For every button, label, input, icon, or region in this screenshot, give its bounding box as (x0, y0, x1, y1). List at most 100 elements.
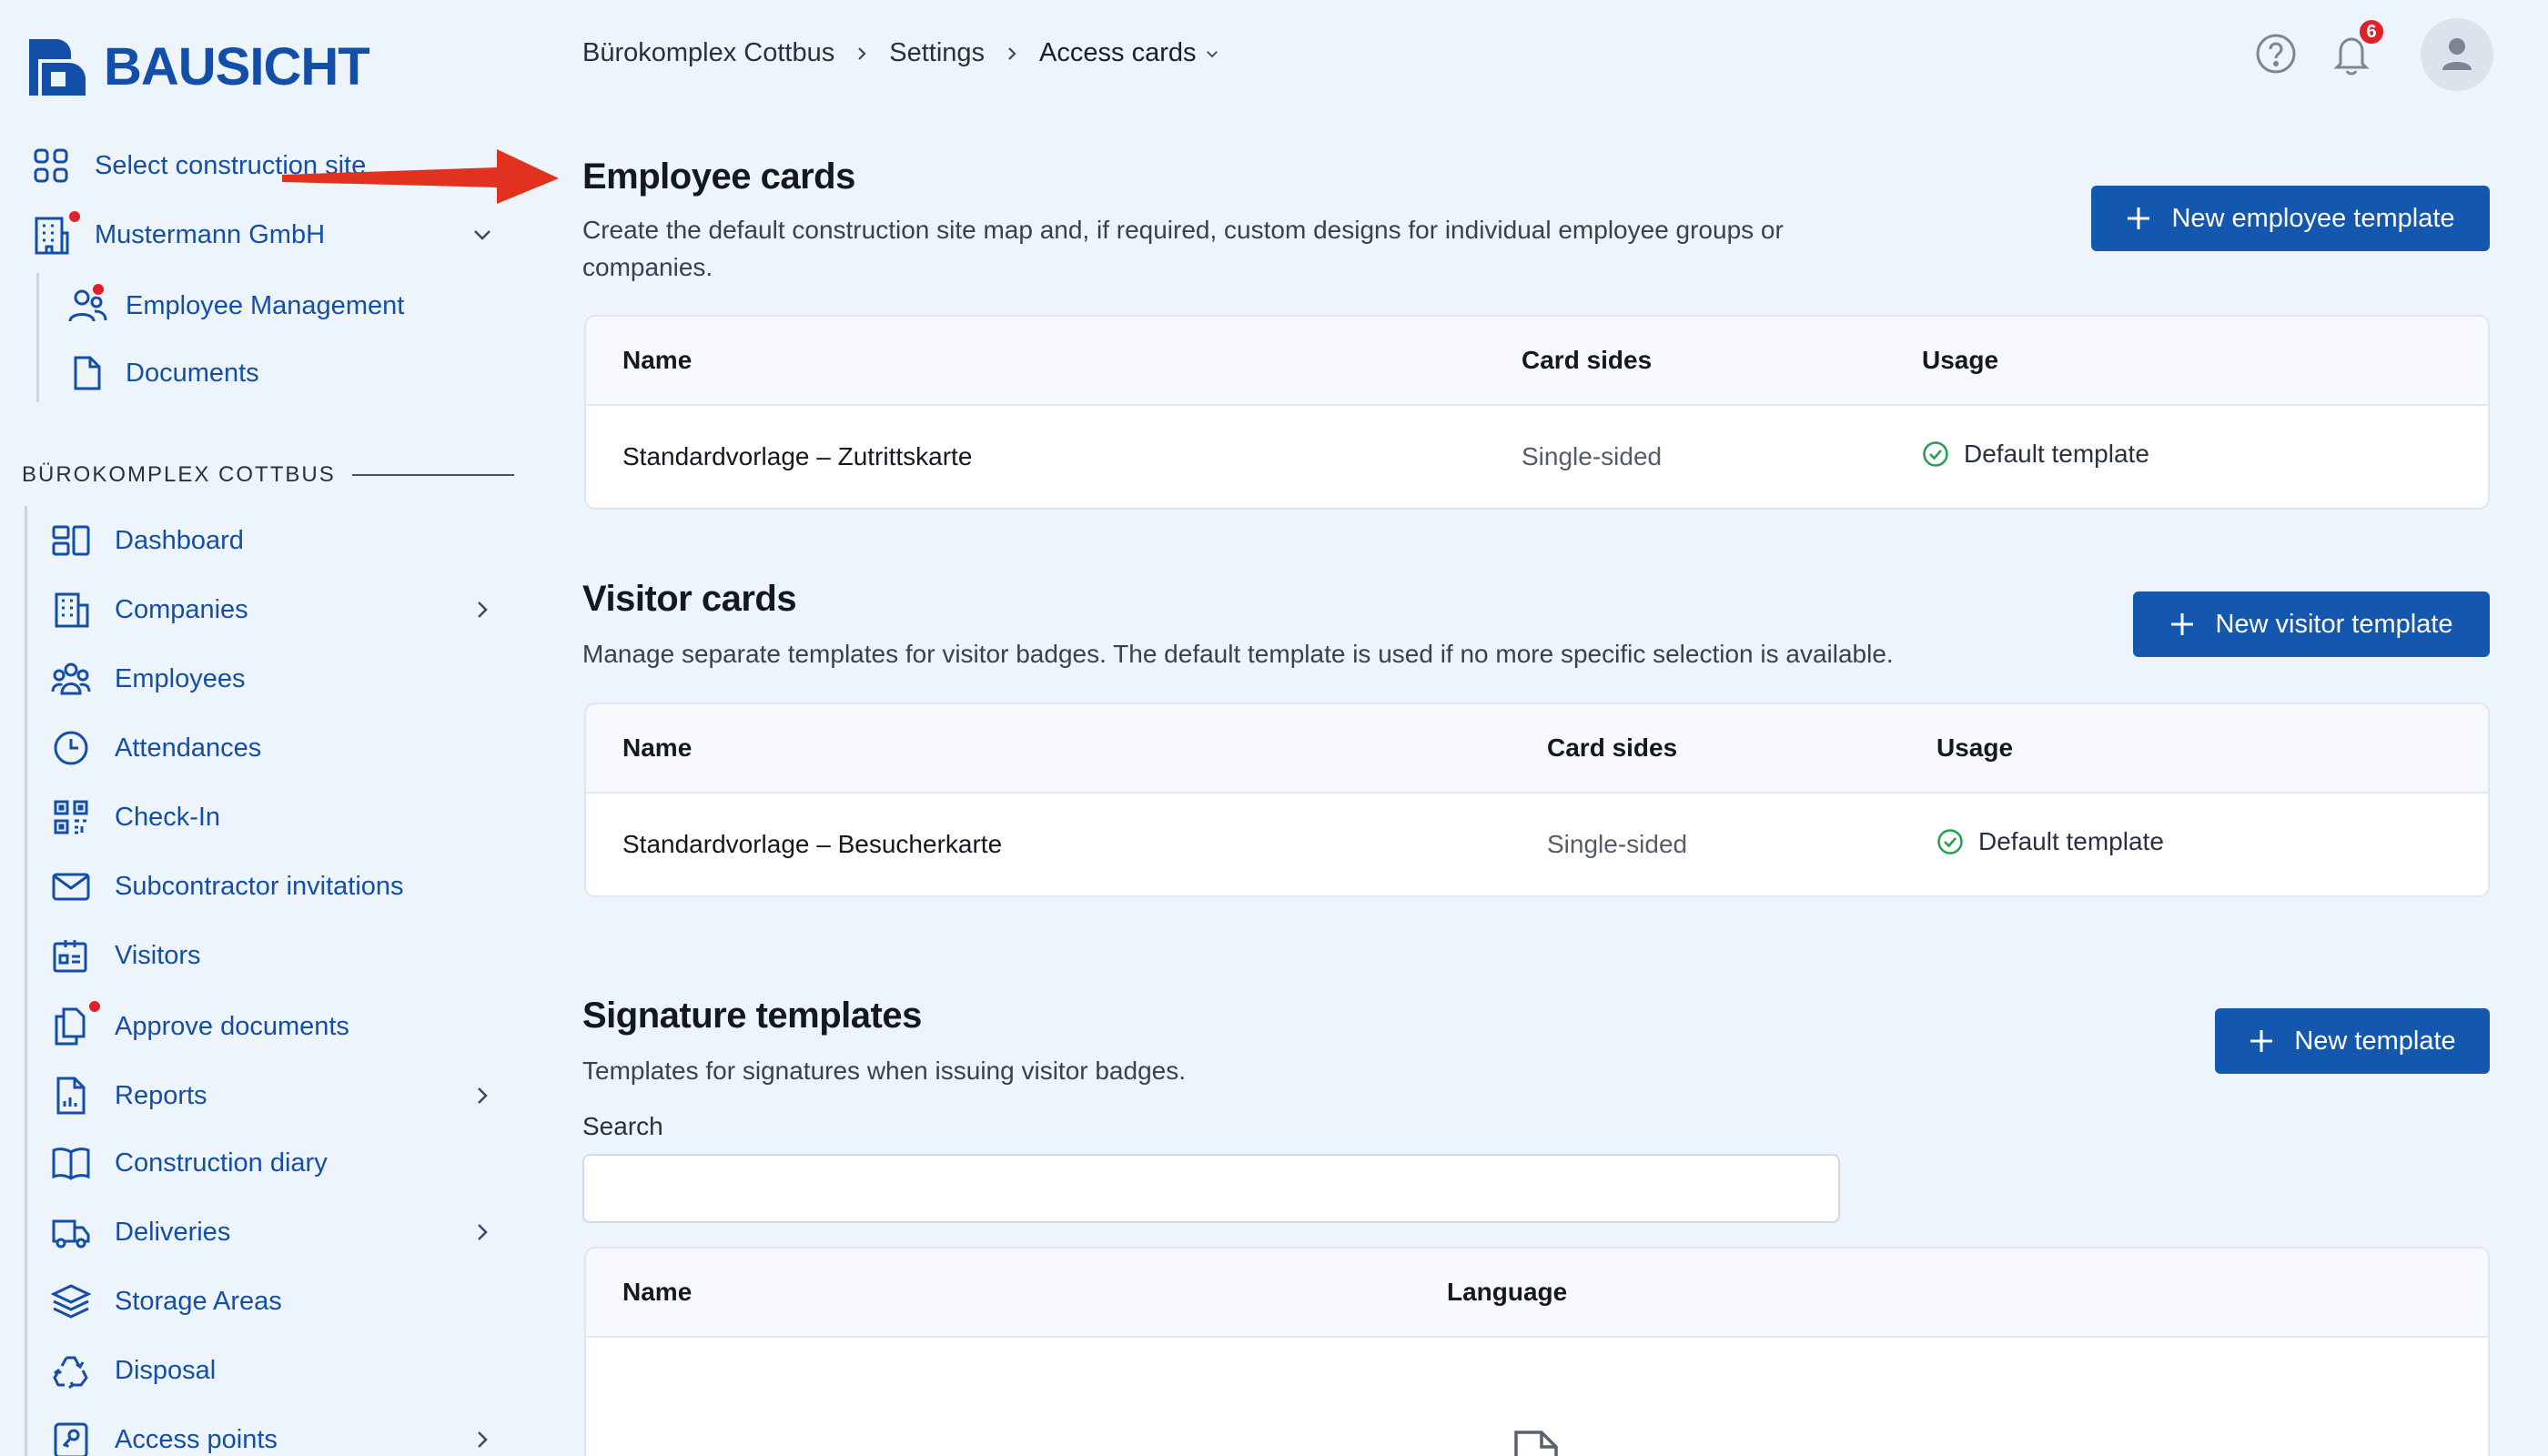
breadcrumb-current: Access cards (1039, 38, 1197, 67)
card-sides-value: Single-sided (1547, 830, 1688, 858)
check-circle-icon (1923, 441, 1948, 467)
document-icon (74, 356, 101, 390)
table-header: Name Language (586, 1249, 2488, 1338)
documents-copy-icon (55, 1007, 86, 1046)
table-header: Name Card sides Usage (586, 317, 2488, 406)
chevron-right-icon (1008, 46, 1016, 60)
column-header-usage[interactable]: Usage (1922, 346, 1998, 375)
sidebar-item-employees[interactable]: Employees (51, 661, 245, 697)
breadcrumb-separator (994, 46, 1030, 62)
signature-templates-title: Signature templates (582, 996, 922, 1036)
reports-label: Reports (115, 1080, 207, 1110)
employee-cards-description-line-2: companies. (582, 253, 713, 281)
sidebar-item-attendances[interactable]: Attendances (51, 730, 261, 766)
chevron-right-icon (478, 1087, 488, 1104)
visitor-cards-table: Name Card sides Usage Standardvorlage – … (584, 703, 2490, 897)
column-header-language[interactable]: Language (1447, 1278, 1567, 1307)
sidebar-item-documents[interactable]: Documents (67, 355, 259, 391)
book-icon (52, 1148, 90, 1180)
table-header: Name Card sides Usage (586, 704, 2488, 794)
sidebar-item-employee-management[interactable]: Employee Management (67, 288, 404, 324)
sidebar-item-reports[interactable]: Reports (51, 1076, 493, 1116)
section-divider (351, 474, 514, 476)
sidebar-item-visitors[interactable]: Visitors (51, 937, 201, 974)
user-avatar[interactable] (2421, 18, 2493, 91)
storage-areas-label: Storage Areas (115, 1286, 282, 1316)
breadcrumb-settings[interactable]: Settings (889, 38, 985, 68)
employee-cards-table: Name Card sides Usage Standardvorlage – … (584, 315, 2490, 510)
approve-documents-alert-dot (87, 999, 102, 1014)
table-row[interactable]: Standardvorlage – Zutrittskarte Single-s… (586, 406, 2488, 508)
breadcrumb-site[interactable]: Bürokomplex Cottbus (582, 38, 834, 68)
qr-code-icon (54, 800, 88, 834)
column-header-name[interactable]: Name (622, 1278, 692, 1307)
plus-icon (2169, 612, 2195, 637)
sidebar-item-deliveries[interactable]: Deliveries (51, 1214, 493, 1250)
new-template-label: New template (2294, 1026, 2456, 1056)
chevron-right-icon (478, 1431, 488, 1448)
table-row[interactable]: Standardvorlage – Besucherkarte Single-s… (586, 794, 2488, 895)
usage-label: Default template (1978, 827, 2164, 855)
card-sides-value: Single-sided (1522, 442, 1663, 470)
company-selector[interactable]: Mustermann GmbH (33, 215, 493, 255)
brand-logo[interactable]: BAUSICHT (29, 36, 370, 97)
employees-label: Employees (115, 663, 246, 693)
new-visitor-template-button[interactable]: New visitor template (2133, 592, 2490, 657)
sidebar-item-companies[interactable]: Companies (51, 592, 493, 628)
chevron-right-icon (478, 602, 488, 618)
column-header-name[interactable]: Name (622, 346, 692, 375)
sidebar-item-check-in[interactable]: Check-In (51, 799, 220, 835)
dashboard-label: Dashboard (115, 525, 244, 555)
new-employee-template-button[interactable]: New employee template (2091, 186, 2490, 251)
signature-templates-table: Name Language (584, 1247, 2490, 1456)
new-template-button[interactable]: New template (2215, 1008, 2490, 1074)
sidebar-item-disposal[interactable]: Disposal (51, 1352, 216, 1389)
sidebar-item-storage-areas[interactable]: Storage Areas (51, 1283, 282, 1320)
template-name[interactable]: Standardvorlage – Besucherkarte (622, 830, 1002, 859)
breadcrumb-separator (844, 46, 880, 62)
dashboard-icon (52, 525, 90, 556)
employee-management-alert-dot (91, 282, 106, 297)
chevron-down-icon (1206, 50, 1218, 57)
column-header-card-sides[interactable]: Card sides (1547, 733, 1677, 763)
bausicht-logo-icon (29, 38, 86, 96)
usage-status: Default template (1922, 440, 2149, 469)
site-tree-line (25, 506, 27, 1456)
breadcrumb-access-cards-dropdown[interactable]: Access cards (1039, 38, 1219, 68)
grid-icon (34, 148, 68, 183)
site-section-label: BÜROKOMPLEX COTTBUS (22, 462, 336, 487)
plus-icon (2249, 1028, 2274, 1054)
column-header-usage[interactable]: Usage (1936, 733, 2013, 763)
search-input[interactable] (582, 1154, 1840, 1223)
chevron-right-icon (478, 1224, 488, 1240)
sidebar-item-access-points[interactable]: Access points (51, 1421, 493, 1456)
visitor-cards-description: Manage separate templates for visitor ba… (582, 640, 1894, 668)
sidebar-item-construction-diary[interactable]: Construction diary (51, 1145, 328, 1181)
employee-cards-description-line-1: Create the default construction site map… (582, 216, 1784, 244)
sidebar-item-dashboard[interactable]: Dashboard (51, 522, 244, 559)
chevron-right-icon (858, 46, 866, 60)
usage-label: Default template (1964, 440, 2149, 468)
employee-cards-description: Create the default construction site map… (582, 211, 1947, 286)
help-icon[interactable] (2255, 33, 2297, 75)
empty-state-document-icon (1514, 1431, 1558, 1456)
brand-name: BAUSICHT (104, 37, 370, 96)
new-employee-template-label: New employee template (2171, 203, 2455, 233)
subcontractor-invitations-label: Subcontractor invitations (115, 871, 404, 901)
access-points-label: Access points (115, 1424, 278, 1454)
employee-management-label: Employee Management (126, 290, 405, 320)
mail-icon (52, 873, 90, 901)
deliveries-label: Deliveries (115, 1217, 231, 1247)
column-header-card-sides[interactable]: Card sides (1522, 346, 1652, 375)
chevron-down-icon (474, 230, 490, 240)
disposal-label: Disposal (115, 1355, 217, 1385)
search-label: Search (582, 1112, 663, 1140)
recycle-icon (53, 1356, 88, 1389)
building-icon (55, 592, 89, 628)
companies-label: Companies (115, 594, 248, 624)
sidebar-item-subcontractor-invitations[interactable]: Subcontractor invitations (51, 868, 404, 905)
check-circle-icon (1937, 829, 1963, 854)
template-name[interactable]: Standardvorlage – Zutrittskarte (622, 442, 972, 471)
attendances-label: Attendances (115, 733, 262, 763)
column-header-name[interactable]: Name (622, 733, 692, 763)
